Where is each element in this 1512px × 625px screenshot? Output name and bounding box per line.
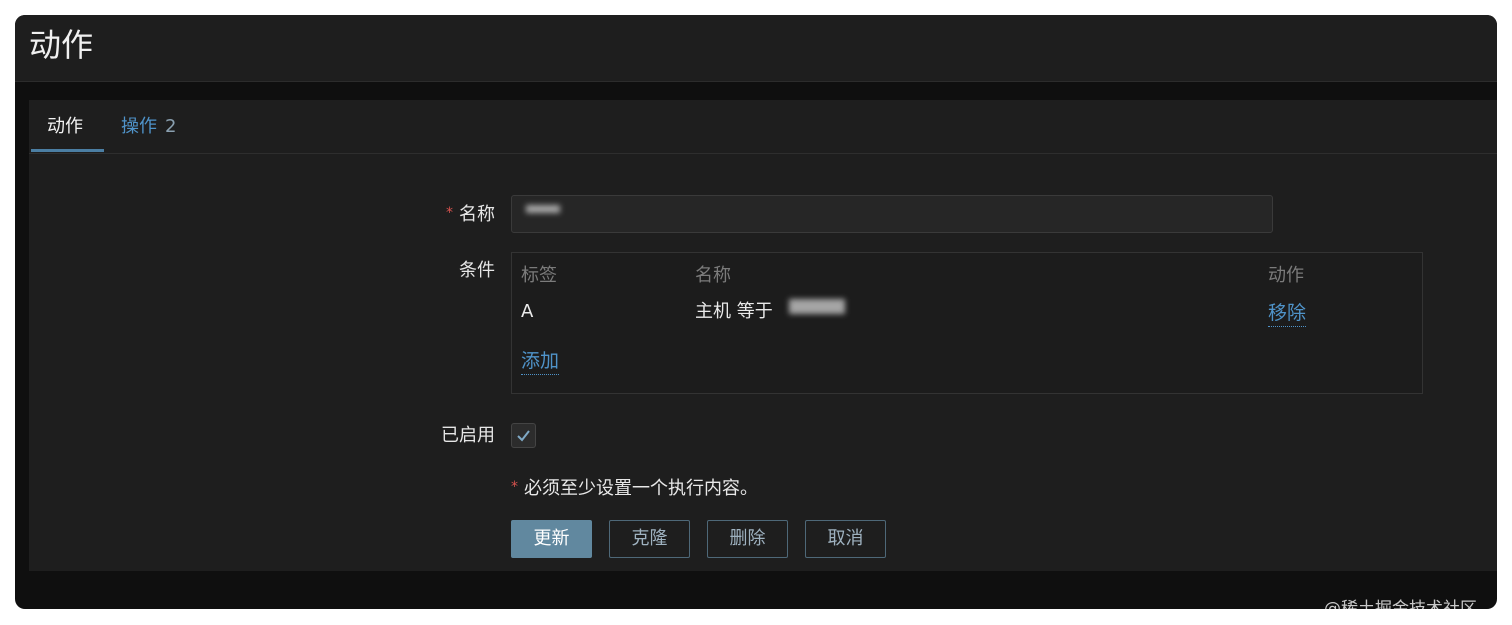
condition-name: 主机 等于: [695, 301, 773, 322]
remove-condition-link[interactable]: 移除: [1268, 300, 1307, 327]
conditions-table: 标签 名称 动作 A 主机 等于 移除 添加: [511, 252, 1423, 394]
form-panel: 动作 操作 2 * 名称 条件 标签 名称 动作 A 主机 等于 移除 添加 已启: [29, 100, 1497, 571]
tab-bar: 动作 操作 2: [29, 100, 1497, 154]
notice-required-mark: *: [511, 479, 518, 495]
col-header-tag: 标签: [521, 265, 557, 286]
checkmark-icon: [517, 430, 530, 442]
cancel-button[interactable]: 取消: [805, 520, 886, 558]
page-title: 动作: [29, 26, 94, 64]
clone-button[interactable]: 克隆: [609, 520, 690, 558]
app-window: 动作 动作 操作 2 * 名称 条件 标签 名称 动作 A 主机 等于 移除 添…: [15, 15, 1497, 609]
tab-action-label: 动作: [47, 116, 83, 137]
page-header: 动作: [15, 15, 1497, 82]
name-label-text: 名称: [459, 204, 495, 225]
required-mark: *: [446, 205, 453, 221]
add-condition-link[interactable]: 添加: [521, 348, 560, 375]
condition-tag: A: [521, 301, 534, 322]
active-tab-indicator: [31, 149, 104, 152]
enabled-label: 已启用: [441, 425, 495, 446]
tab-action[interactable]: 动作: [47, 114, 83, 140]
redacted-host: [789, 299, 845, 314]
tab-operations[interactable]: 操作 2: [121, 114, 176, 140]
required-notice: * 必须至少设置一个执行内容。: [511, 474, 758, 502]
col-header-action: 动作: [1268, 265, 1304, 286]
name-input[interactable]: [511, 195, 1273, 233]
update-button[interactable]: 更新: [511, 520, 592, 558]
watermark: @稀土掘金技术社区: [1324, 599, 1477, 609]
notice-text: 必须至少设置一个执行内容。: [524, 478, 758, 499]
name-label: * 名称: [409, 200, 495, 228]
col-header-name: 名称: [695, 265, 731, 286]
redacted-text: [526, 205, 560, 213]
delete-button[interactable]: 删除: [707, 520, 788, 558]
tab-operations-count: 2: [165, 116, 177, 137]
tab-operations-label: 操作: [121, 116, 157, 137]
conditions-label: 条件: [459, 260, 495, 281]
enabled-checkbox[interactable]: [511, 423, 536, 448]
